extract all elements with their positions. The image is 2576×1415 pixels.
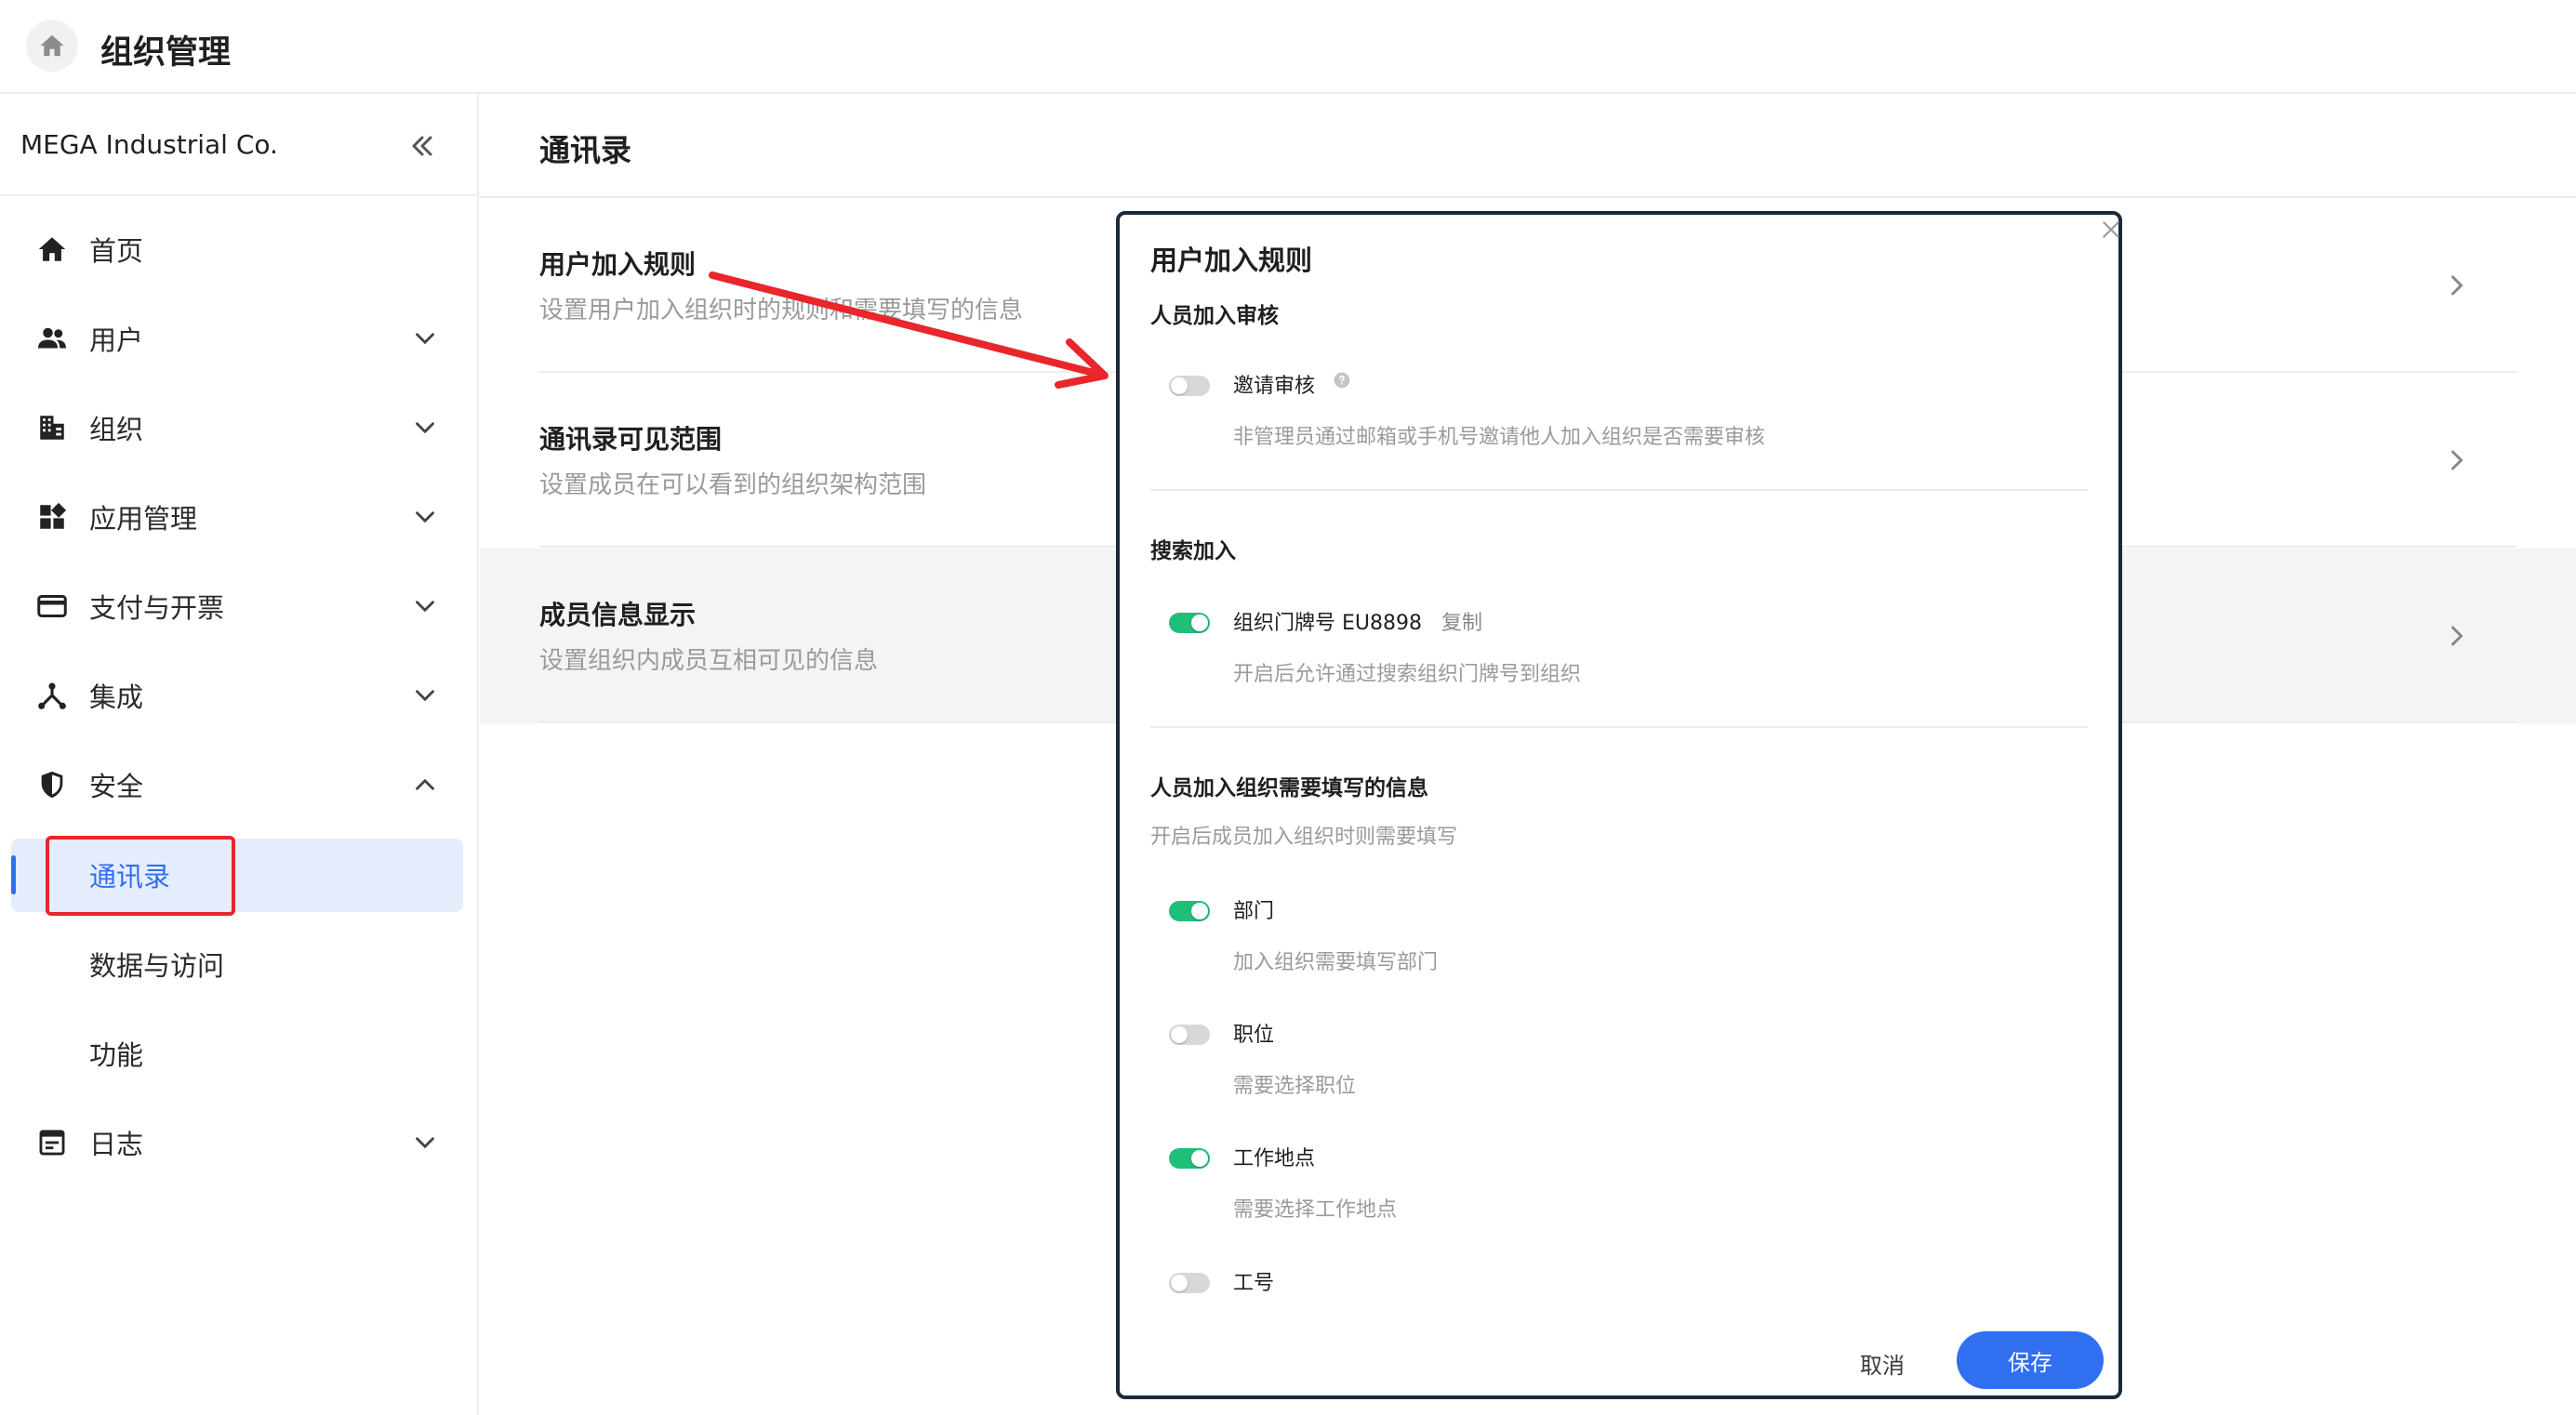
chevron-down-icon [416,1137,434,1149]
section-title: 人员加入审核 [1150,304,1279,328]
toggle-knob [1171,1275,1188,1291]
option-description: 加入组织需要填写部门 [1233,951,1439,974]
building-icon [33,409,71,446]
dialog-title: 用户加入规则 [1150,245,1313,276]
option-description: 开启后允许通过搜索组织门牌号到组织 [1233,663,1582,686]
join-rules-dialog: 用户加入规则 人员加入审核 邀请审核 非管理员通过邮箱或手机号邀请他人加入组织是… [1116,211,2122,1399]
row-title: 成员信息显示 [539,600,697,630]
sidebar-item-label: 日志 [89,1129,144,1160]
chevron-right-icon [2451,275,2463,296]
log-icon [33,1124,71,1161]
toggle-knob [1171,1026,1188,1043]
annotation-highlight-box [46,836,235,916]
integration-icon [33,677,71,714]
option-description: 需要选择职位 [1233,1075,1357,1098]
sidebar-item-label: 集成 [89,681,144,713]
toggle-knob [1171,377,1188,394]
sidebar-item-logs[interactable]: 日志 [0,1106,477,1179]
invite-review-toggle[interactable] [1169,376,1210,396]
chevron-right-icon [2451,626,2463,646]
option-label: 组织门牌号 EU8898 [1233,612,1422,635]
sidebar-subitem-features[interactable]: 功能 [0,1017,477,1090]
org-switcher[interactable]: MEGA Industrial Co. [0,94,477,196]
sidebar: MEGA Industrial Co. 首页 用户 组织 应用管理 支付与开票 [0,94,479,1415]
sidebar-item-label: 支付与开票 [89,592,225,624]
sidebar-item-users[interactable]: 用户 [0,302,477,375]
sidebar-subitem-label: 功能 [89,1039,144,1071]
row-title: 用户加入规则 [539,249,697,280]
sidebar-item-label: 应用管理 [89,503,198,535]
option-description: 需要选择工作地点 [1233,1198,1398,1222]
top-bar: 组织管理 [0,0,2576,94]
row-description: 设置组织内成员互相可见的信息 [539,647,879,675]
divider [1150,489,2088,491]
app-title: 组织管理 [100,34,232,72]
users-icon [33,320,71,357]
option-label: 部门 [1233,900,1275,923]
chevron-down-icon [416,333,434,345]
apps-icon [33,498,71,536]
section-title: 人员加入组织需要填写的信息 [1150,776,1428,800]
save-button[interactable]: 保存 [1957,1331,2104,1389]
sidebar-item-org[interactable]: 组织 [0,391,477,464]
help-icon[interactable] [1333,371,1351,390]
org-name: MEGA Industrial Co. [20,129,278,160]
row-title: 通讯录可见范围 [539,424,723,455]
home-icon [33,231,71,268]
double-chevron-left-icon[interactable] [405,129,439,163]
shield-icon [33,766,71,803]
toggle-knob [1191,615,1208,631]
sidebar-item-security[interactable]: 安全 [0,748,477,821]
department-toggle[interactable] [1169,901,1210,921]
sidebar-item-integration[interactable]: 集成 [0,659,477,732]
org-number-search-toggle[interactable] [1169,613,1210,633]
option-label: 邀请审核 [1233,375,1316,398]
sidebar-item-apps[interactable]: 应用管理 [0,481,477,553]
sidebar-item-label: 组织 [89,414,144,445]
employee-id-toggle[interactable] [1169,1273,1210,1293]
app-window: 组织管理 MEGA Industrial Co. 首页 用户 组织 应用管理 支… [0,0,2576,1415]
annotation-arrow [709,271,1109,389]
sidebar-item-home[interactable]: 首页 [0,213,477,285]
section-description: 开启后成员加入组织时则需要填写 [1150,826,1458,849]
row-description: 设置成员在可以看到的组织架构范围 [539,471,927,499]
sidebar-item-billing[interactable]: 支付与开票 [0,570,477,642]
credit-card-icon [33,588,71,625]
toggle-knob [1191,1150,1208,1167]
option-description: 非管理员通过邮箱或手机号邀请他人加入组织是否需要审核 [1233,426,1766,449]
sidebar-subitem-data-access[interactable]: 数据与访问 [0,928,477,1000]
sidebar-subitem-label: 数据与访问 [89,950,225,982]
divider [1150,726,2088,728]
chevron-down-icon [416,422,434,434]
position-toggle[interactable] [1169,1025,1210,1045]
section-title: 搜索加入 [1150,539,1236,563]
chevron-down-icon [416,601,434,613]
cancel-button[interactable]: 取消 [1826,1340,1938,1386]
option-label: 工作地点 [1233,1147,1316,1170]
option-label: 职位 [1233,1024,1275,1047]
sidebar-item-label: 用户 [89,324,144,356]
page-title: 通讯录 [539,132,631,168]
chevron-down-icon [416,511,434,523]
close-icon[interactable] [2099,218,2123,242]
chevron-right-icon [2451,450,2463,470]
sidebar-item-label: 安全 [89,771,144,802]
copy-link[interactable]: 复制 [1441,606,1482,636]
option-label: 工号 [1233,1272,1275,1295]
work-location-toggle[interactable] [1169,1148,1210,1169]
sidebar-item-label: 首页 [89,235,144,267]
chevron-down-icon [416,690,434,702]
toggle-knob [1191,903,1208,919]
chevron-up-icon [416,778,434,790]
home-icon[interactable] [26,20,78,72]
